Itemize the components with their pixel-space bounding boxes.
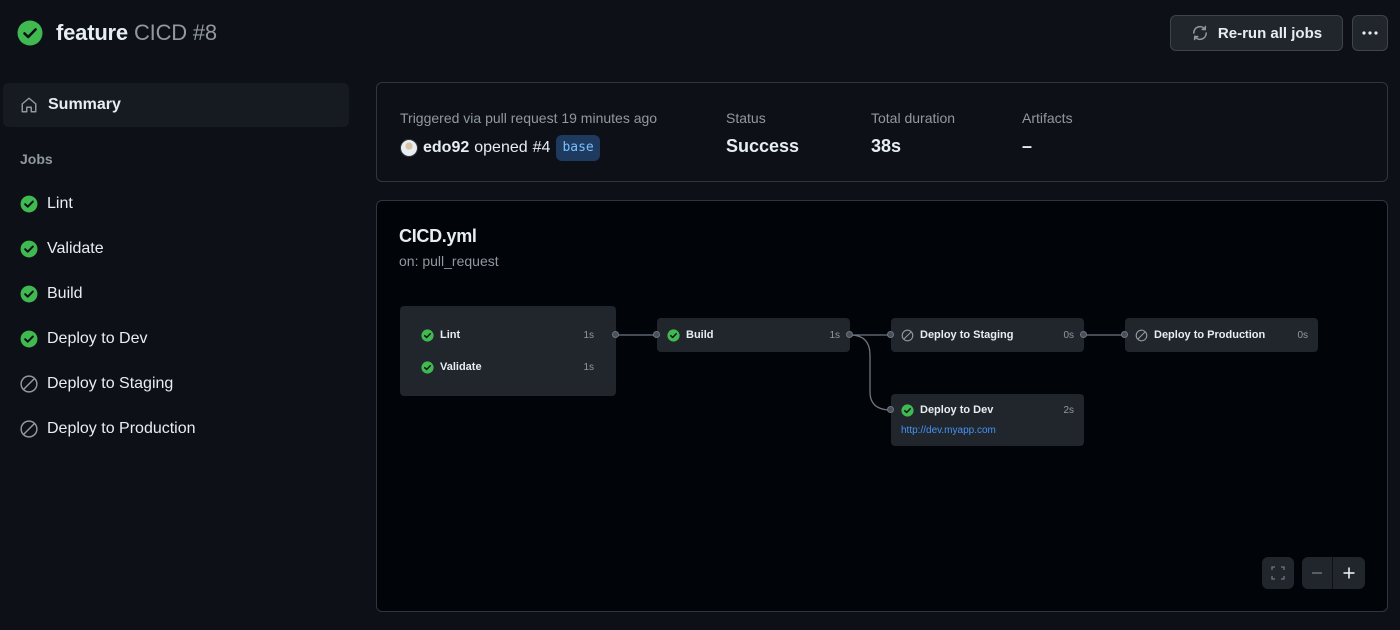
artifacts-value: –	[1022, 136, 1033, 156]
job-group-lint-validate	[400, 306, 616, 396]
page-title: feature CICD #8	[56, 18, 217, 48]
sidebar-job-deploy-to-dev[interactable]: Deploy to Dev	[0, 316, 350, 361]
plus-icon	[1343, 567, 1354, 579]
node-duration: 1s	[829, 329, 840, 341]
node-duration: 0s	[1063, 329, 1074, 341]
graph-node-build[interactable]: Build 1s	[667, 327, 840, 343]
branch-name: feature	[56, 20, 128, 45]
success-check-icon	[20, 195, 38, 212]
kebab-horizontal-icon	[1362, 31, 1378, 35]
rerun-all-jobs-button[interactable]: Re-run all jobs	[1170, 15, 1343, 51]
success-check-icon	[20, 285, 38, 303]
sidebar-job-build[interactable]: Build	[0, 271, 350, 316]
jobs-heading: Jobs	[20, 151, 53, 167]
node-label: Deploy to Staging	[920, 329, 1014, 341]
zoom-out-button[interactable]	[1302, 557, 1333, 589]
success-check-icon	[421, 360, 434, 374]
node-label: Deploy to Dev	[920, 404, 994, 416]
skipped-icon	[20, 374, 38, 393]
summary-label: Summary	[48, 96, 121, 113]
connector-dot	[653, 331, 660, 338]
skipped-icon	[1135, 329, 1148, 341]
opened-text: opened	[474, 139, 528, 156]
success-check-icon	[20, 285, 38, 302]
graph-node-deploy-production[interactable]: Deploy to Production 0s	[1135, 327, 1308, 343]
status-value: Success	[726, 136, 800, 156]
duration-value: 38s	[871, 136, 902, 156]
success-check-icon	[901, 403, 914, 417]
zoom-controls	[1302, 557, 1365, 589]
home-icon	[21, 97, 37, 113]
workflow-trigger: on: pull_request	[399, 253, 499, 269]
node-label: Validate	[440, 361, 482, 373]
sidebar-job-deploy-to-production[interactable]: Deploy to Production	[0, 406, 350, 451]
sidebar-job-label: Deploy to Production	[47, 419, 196, 437]
minus-icon	[1312, 572, 1322, 574]
more-options-button[interactable]	[1352, 15, 1388, 51]
connector-dot	[1080, 331, 1087, 338]
connector-dot	[887, 406, 894, 413]
graph-node-lint[interactable]: Lint 1s	[421, 327, 594, 343]
skipped-icon	[901, 329, 914, 341]
sidebar-job-validate[interactable]: Validate	[0, 226, 350, 271]
success-check-icon	[667, 328, 680, 342]
node-duration: 0s	[1297, 329, 1308, 341]
connector-dot	[1121, 331, 1128, 338]
workflow-file-name[interactable]: CICD.yml	[399, 226, 477, 247]
node-label: Deploy to Production	[1154, 329, 1266, 341]
environment-url-link[interactable]: http://dev.myapp.com	[901, 425, 996, 436]
success-check-icon	[17, 20, 43, 46]
status-info: Status Success	[726, 109, 799, 157]
skipped-icon	[20, 374, 38, 393]
node-duration: 1s	[583, 361, 594, 373]
success-check-icon	[20, 195, 38, 213]
node-duration: 1s	[583, 329, 594, 341]
artifacts-label: Artifacts	[1022, 110, 1073, 126]
trigger-info: Triggered via pull request 19 minutes ag…	[400, 109, 657, 161]
sidebar-job-label: Validate	[47, 239, 104, 257]
node-duration: 2s	[1063, 404, 1074, 416]
connector-dot	[887, 331, 894, 338]
sync-icon	[1192, 25, 1207, 41]
graph-node-deploy-dev[interactable]: Deploy to Dev 2s	[901, 402, 1074, 418]
skipped-icon	[20, 419, 38, 438]
success-check-icon	[20, 330, 38, 347]
fit-to-screen-button[interactable]	[1262, 557, 1294, 589]
success-check-icon	[20, 330, 38, 348]
sidebar-item-summary[interactable]: Summary	[3, 83, 349, 127]
rerun-button-label: Re-run all jobs	[1217, 24, 1323, 42]
success-check-icon	[20, 240, 38, 258]
trigger-label: Triggered via pull request 19 minutes ag…	[400, 110, 658, 126]
avatar[interactable]	[400, 139, 418, 157]
workflow-graph-card	[376, 200, 1388, 612]
success-check-icon	[20, 240, 38, 257]
sidebar-job-label: Deploy to Dev	[47, 329, 148, 347]
zoom-in-button[interactable]	[1333, 557, 1364, 589]
sidebar-job-lint[interactable]: Lint	[0, 181, 350, 226]
duration-info: Total duration 38s	[871, 109, 955, 157]
sidebar-job-label: Build	[47, 284, 83, 302]
connector-dot	[846, 331, 853, 338]
node-label: Lint	[440, 329, 461, 341]
graph-node-deploy-staging[interactable]: Deploy to Staging 0s	[901, 327, 1074, 343]
status-label: Status	[726, 110, 766, 126]
branch-tag[interactable]: base	[556, 135, 600, 161]
node-label: Build	[686, 329, 714, 341]
sidebar-job-label: Deploy to Staging	[47, 374, 174, 392]
artifacts-info: Artifacts –	[1022, 109, 1073, 157]
screen-full-icon	[1271, 566, 1285, 580]
sidebar-job-deploy-to-staging[interactable]: Deploy to Staging	[0, 361, 350, 406]
success-check-icon	[421, 328, 434, 342]
actor-link[interactable]: edo92	[423, 137, 469, 159]
pull-request-link[interactable]: #4	[533, 137, 551, 159]
connector-dot	[612, 331, 619, 338]
graph-node-validate[interactable]: Validate 1s	[421, 359, 594, 375]
sidebar-job-label: Lint	[47, 194, 73, 212]
skipped-icon	[20, 419, 38, 438]
run-summary-card: Triggered via pull request 19 minutes ag…	[376, 82, 1388, 182]
trigger-detail: edo92 opened #4 base	[400, 135, 657, 161]
job-list: Lint Validate Build Deploy to Dev Deploy to …	[0, 181, 350, 451]
run-title: CICD #8	[133, 20, 217, 45]
duration-label: Total duration	[871, 110, 956, 126]
